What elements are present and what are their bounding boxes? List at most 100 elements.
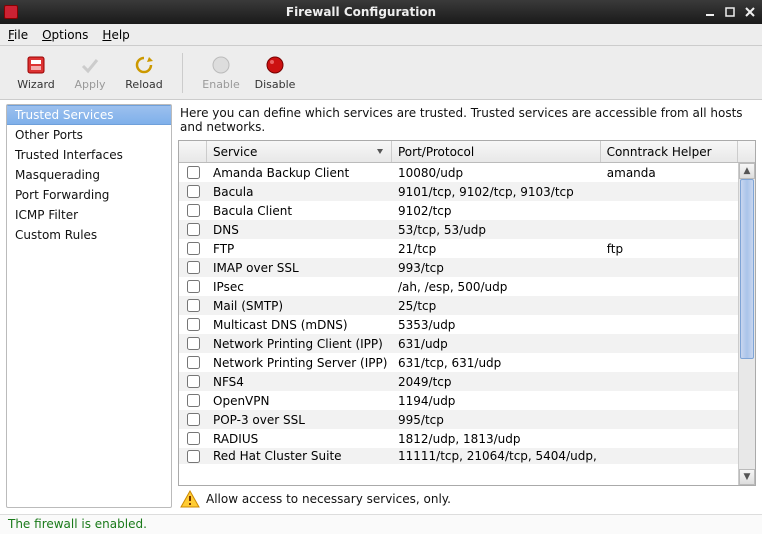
service-checkbox[interactable]	[187, 299, 200, 312]
content: Trusted ServicesOther PortsTrusted Inter…	[0, 100, 762, 514]
sidebar: Trusted ServicesOther PortsTrusted Inter…	[6, 104, 172, 508]
row-checkbox-cell	[179, 223, 207, 236]
service-checkbox[interactable]	[187, 280, 200, 293]
service-checkbox[interactable]	[187, 185, 200, 198]
scroll-up-button[interactable]: ▲	[739, 163, 755, 179]
table-row[interactable]: Multicast DNS (mDNS)5353/udp	[179, 315, 738, 334]
sidebar-item[interactable]: Port Forwarding	[7, 185, 171, 205]
service-checkbox[interactable]	[187, 166, 200, 179]
table-row[interactable]: IPsec/ah, /esp, 500/udp	[179, 277, 738, 296]
menu-options[interactable]: Options	[42, 28, 88, 42]
port-protocol-cell: 993/tcp	[392, 261, 601, 275]
service-name-cell: Multicast DNS (mDNS)	[207, 318, 392, 332]
column-header-scroll-spacer	[738, 141, 755, 162]
column-header-checkbox[interactable]	[179, 141, 207, 162]
row-checkbox-cell	[179, 261, 207, 274]
row-checkbox-cell	[179, 280, 207, 293]
service-checkbox[interactable]	[187, 432, 200, 445]
service-checkbox[interactable]	[187, 450, 200, 463]
warning-icon	[180, 490, 200, 508]
row-checkbox-cell	[179, 356, 207, 369]
sidebar-item[interactable]: Masquerading	[7, 165, 171, 185]
service-checkbox[interactable]	[187, 223, 200, 236]
titlebar[interactable]: Firewall Configuration	[0, 0, 762, 24]
port-protocol-cell: /ah, /esp, 500/udp	[392, 280, 601, 294]
row-checkbox-cell	[179, 299, 207, 312]
wizard-button[interactable]: Wizard	[10, 49, 62, 97]
scroll-down-button[interactable]: ▼	[739, 469, 755, 485]
table-row[interactable]: OpenVPN1194/udp	[179, 391, 738, 410]
scroll-thumb[interactable]	[740, 179, 754, 359]
minimize-button[interactable]	[702, 5, 718, 19]
service-checkbox[interactable]	[187, 337, 200, 350]
vertical-scrollbar[interactable]: ▲ ▼	[738, 163, 755, 485]
table-row[interactable]: Amanda Backup Client10080/udpamanda	[179, 163, 738, 182]
port-protocol-cell: 1194/udp	[392, 394, 601, 408]
table-row[interactable]: FTP21/tcpftp	[179, 239, 738, 258]
service-checkbox[interactable]	[187, 204, 200, 217]
table-row[interactable]: Bacula Client9102/tcp	[179, 201, 738, 220]
table-row[interactable]: Red Hat Cluster Suite11111/tcp, 21064/tc…	[179, 448, 738, 464]
close-button[interactable]	[742, 5, 758, 19]
column-header-port[interactable]: Port/Protocol	[392, 141, 601, 162]
row-checkbox-cell	[179, 337, 207, 350]
reload-button[interactable]: Reload	[118, 49, 170, 97]
menu-help[interactable]: Help	[102, 28, 129, 42]
service-name-cell: Mail (SMTP)	[207, 299, 392, 313]
menu-file[interactable]: File	[8, 28, 28, 42]
row-checkbox-cell	[179, 242, 207, 255]
service-name-cell: FTP	[207, 242, 392, 256]
service-checkbox[interactable]	[187, 318, 200, 331]
sidebar-item[interactable]: Other Ports	[7, 125, 171, 145]
conntrack-cell: ftp	[601, 242, 738, 256]
maximize-button[interactable]	[722, 5, 738, 19]
table-row[interactable]: IMAP over SSL993/tcp	[179, 258, 738, 277]
column-header-conntrack[interactable]: Conntrack Helper	[601, 141, 738, 162]
column-header-service[interactable]: Service	[207, 141, 392, 162]
service-checkbox[interactable]	[187, 394, 200, 407]
service-name-cell: Amanda Backup Client	[207, 166, 392, 180]
service-name-cell: DNS	[207, 223, 392, 237]
sidebar-item[interactable]: Trusted Services	[7, 105, 171, 125]
port-protocol-cell: 10080/udp	[392, 166, 601, 180]
window-title: Firewall Configuration	[24, 5, 698, 19]
service-checkbox[interactable]	[187, 261, 200, 274]
hint-bar: Allow access to necessary services, only…	[178, 486, 756, 508]
sidebar-item[interactable]: ICMP Filter	[7, 205, 171, 225]
table-row[interactable]: NFS42049/tcp	[179, 372, 738, 391]
service-name-cell: RADIUS	[207, 432, 392, 446]
service-checkbox[interactable]	[187, 356, 200, 369]
service-checkbox[interactable]	[187, 413, 200, 426]
port-protocol-cell: 21/tcp	[392, 242, 601, 256]
row-checkbox-cell	[179, 185, 207, 198]
service-name-cell: IMAP over SSL	[207, 261, 392, 275]
table-row[interactable]: Network Printing Client (IPP)631/udp	[179, 334, 738, 353]
row-checkbox-cell	[179, 166, 207, 179]
scroll-track[interactable]	[739, 179, 755, 469]
main-pane: Here you can define which services are t…	[178, 104, 756, 508]
port-protocol-cell: 5353/udp	[392, 318, 601, 332]
table-row[interactable]: Bacula9101/tcp, 9102/tcp, 9103/tcp	[179, 182, 738, 201]
row-checkbox-cell	[179, 450, 207, 463]
service-checkbox[interactable]	[187, 375, 200, 388]
service-name-cell: Network Printing Client (IPP)	[207, 337, 392, 351]
port-protocol-cell: 631/tcp, 631/udp	[392, 356, 601, 370]
disable-button[interactable]: Disable	[249, 49, 301, 97]
table-row[interactable]: RADIUS1812/udp, 1813/udp	[179, 429, 738, 448]
menubar: File Options Help	[0, 24, 762, 46]
app-icon	[4, 5, 18, 19]
sidebar-item[interactable]: Trusted Interfaces	[7, 145, 171, 165]
table-row[interactable]: Network Printing Server (IPP)631/tcp, 63…	[179, 353, 738, 372]
sidebar-item[interactable]: Custom Rules	[7, 225, 171, 245]
table-header: Service Port/Protocol Conntrack Helper	[179, 141, 755, 163]
table-row[interactable]: DNS53/tcp, 53/udp	[179, 220, 738, 239]
table-row[interactable]: POP-3 over SSL995/tcp	[179, 410, 738, 429]
port-protocol-cell: 53/tcp, 53/udp	[392, 223, 601, 237]
hint-text: Allow access to necessary services, only…	[206, 492, 451, 506]
row-checkbox-cell	[179, 375, 207, 388]
service-checkbox[interactable]	[187, 242, 200, 255]
table-row[interactable]: Mail (SMTP)25/tcp	[179, 296, 738, 315]
row-checkbox-cell	[179, 204, 207, 217]
reload-icon	[133, 54, 155, 76]
row-checkbox-cell	[179, 318, 207, 331]
